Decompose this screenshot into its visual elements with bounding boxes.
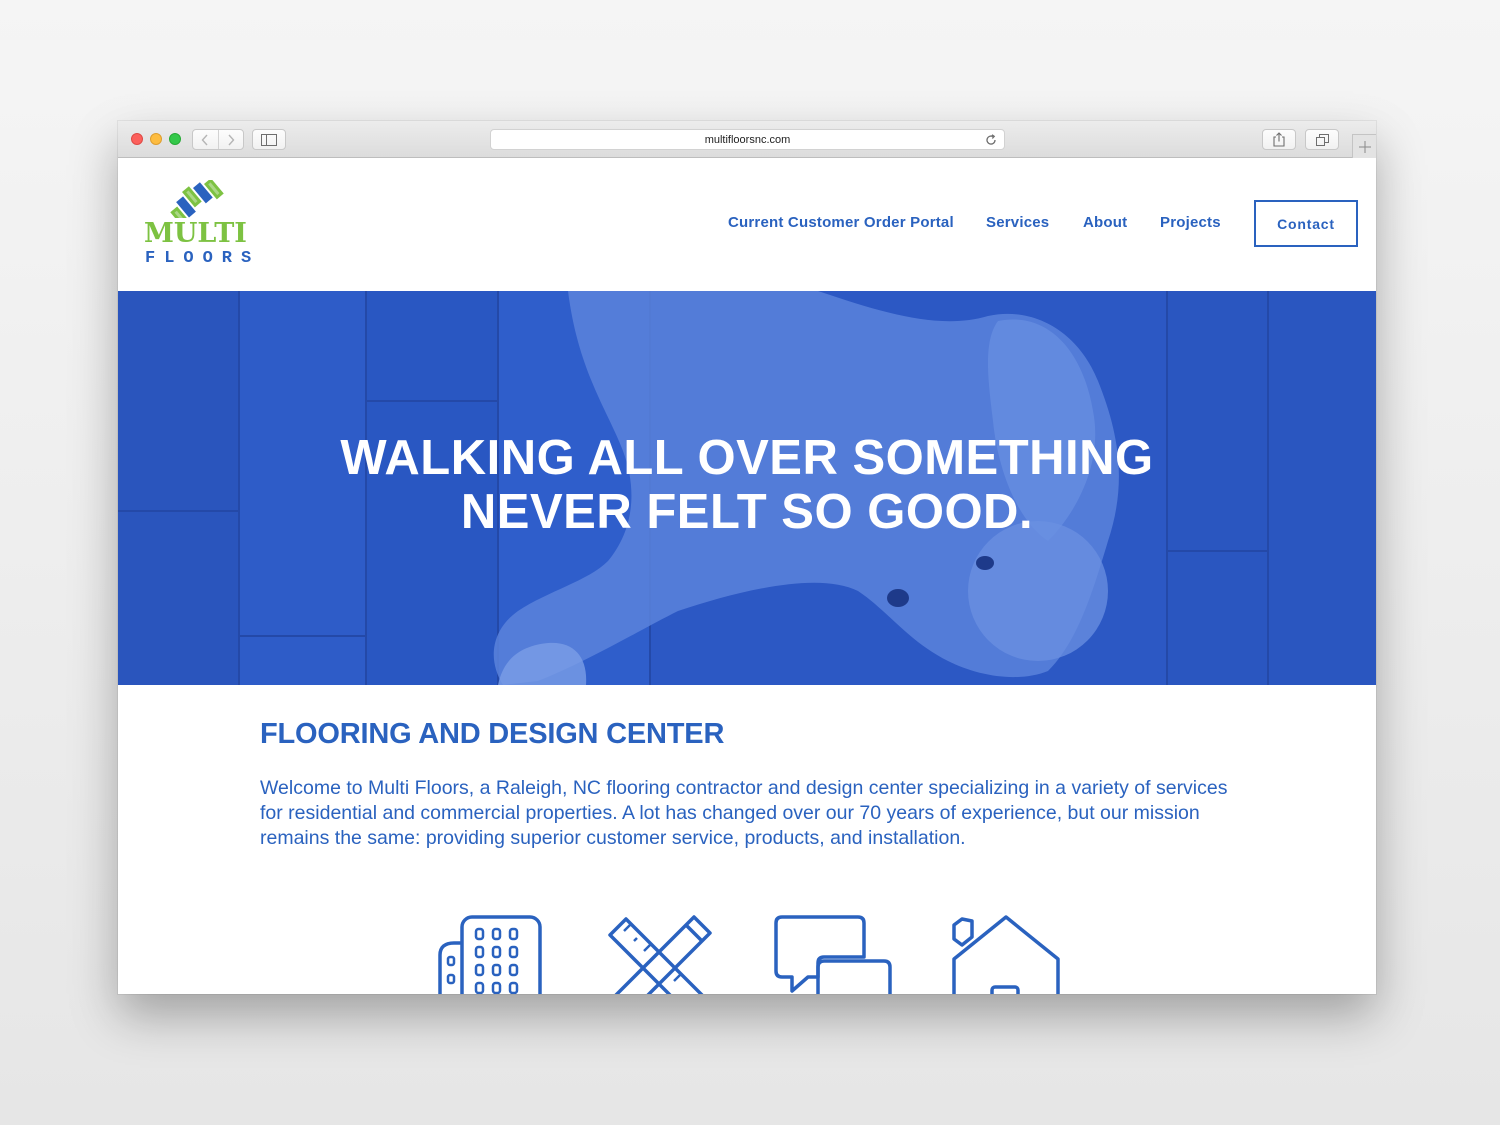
commercial-building-icon[interactable] [436,915,544,994]
hero-banner: WALKING ALL OVER SOMETHING NEVER FELT SO… [118,291,1376,685]
share-button[interactable] [1262,129,1296,150]
web-page: MULTI FLOORS Current Customer Order Port… [118,158,1376,994]
hero-heading-line-1: WALKING ALL OVER SOMETHING [340,431,1154,485]
show-tabs-button[interactable] [1305,129,1339,150]
back-button[interactable] [193,130,218,149]
close-window-button[interactable] [131,133,143,145]
plus-icon [1358,140,1371,153]
site-header: MULTI FLOORS Current Customer Order Port… [118,158,1376,291]
sidebar-toggle-button[interactable] [252,129,286,150]
residential-house-icon[interactable] [952,915,1062,994]
site-logo[interactable]: MULTI FLOORS [142,180,254,267]
nav-item-projects[interactable]: Projects [1160,214,1221,231]
url-text: multifloorsnc.com [704,133,791,146]
hero-heading: WALKING ALL OVER SOMETHING NEVER FELT SO… [118,431,1376,539]
logo-text-floors: FLOORS [145,249,261,268]
browser-window: multifloorsnc.com MULTI FLOORS Current C… [118,121,1376,994]
consultation-chat-icon[interactable] [774,915,894,994]
history-nav [192,129,244,150]
service-icons-row [118,915,1376,994]
nav-item-about[interactable]: About [1083,214,1127,231]
forward-button[interactable] [217,130,243,149]
design-tools-icon[interactable] [606,915,716,994]
address-bar[interactable]: multifloorsnc.com [490,129,1005,150]
chevron-right-icon [228,134,235,145]
sidebar-icon [261,133,277,146]
hero-heading-line-2: NEVER FELT SO GOOD. [460,485,1034,539]
tabs-icon [1315,133,1329,146]
nav-item-customer-order-portal[interactable]: Current Customer Order Portal [728,214,954,231]
intro-section: FLOORING AND DESIGN CENTER Welcome to Mu… [260,718,1250,851]
logo-tiles-icon [170,180,224,218]
share-icon [1273,132,1285,147]
contact-button[interactable]: Contact [1254,200,1358,247]
chevron-left-icon [202,134,209,145]
minimize-window-button[interactable] [150,133,162,145]
zoom-window-button[interactable] [169,133,181,145]
nav-item-services[interactable]: Services [986,214,1049,231]
browser-toolbar: multifloorsnc.com [118,121,1376,158]
new-tab-button[interactable] [1352,134,1376,158]
logo-text-multi: MULTI [144,218,247,249]
section-title: FLOORING AND DESIGN CENTER [260,718,725,750]
intro-paragraph: Welcome to Multi Floors, a Raleigh, NC f… [260,777,1228,849]
reload-icon[interactable] [984,133,998,147]
